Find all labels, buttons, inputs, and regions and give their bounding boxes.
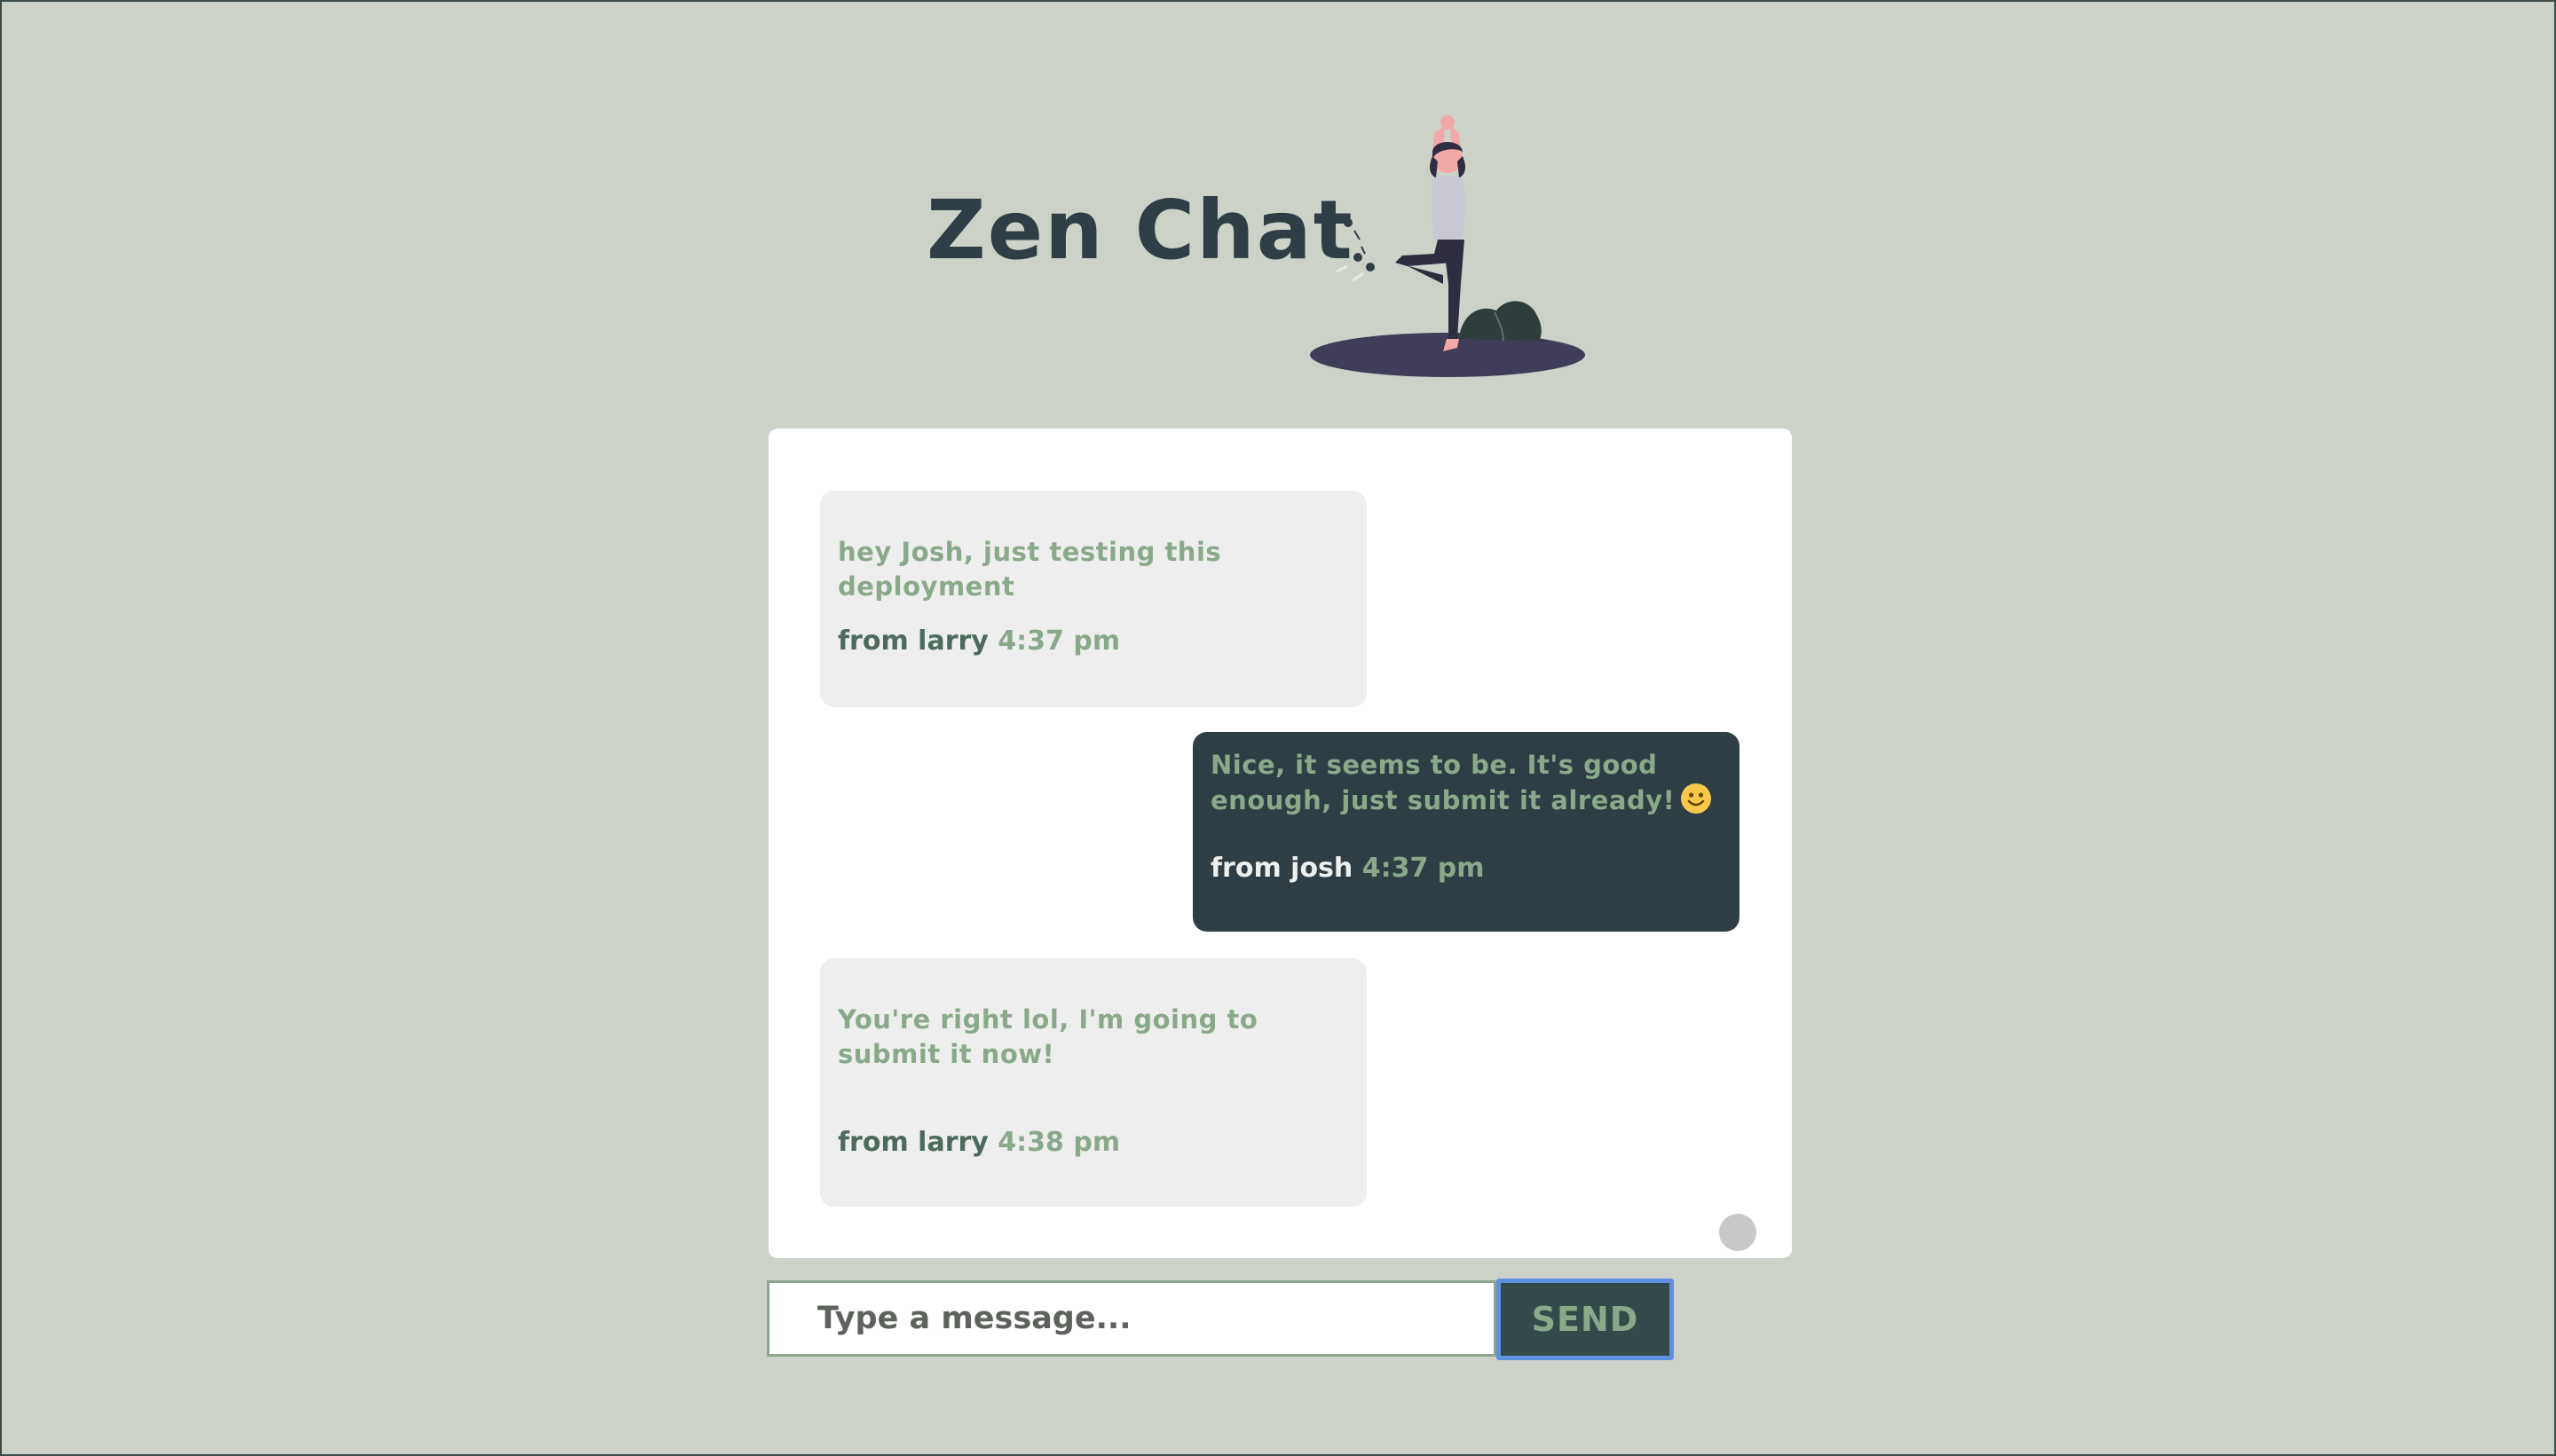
message-bubble-outgoing: Nice, it seems to be. It's good enough, … bbox=[1193, 732, 1740, 932]
message-meta: from larry 4:38 pm bbox=[838, 1127, 1120, 1159]
message-input[interactable] bbox=[767, 1280, 1496, 1357]
message-time: 4:37 pm bbox=[998, 626, 1121, 657]
message-list[interactable]: hey Josh, just testing this deployment f… bbox=[769, 429, 1792, 1258]
send-button[interactable]: SEND bbox=[1496, 1279, 1674, 1360]
message-time: 4:38 pm bbox=[998, 1127, 1121, 1158]
message-text-content: Nice, it seems to be. It's good enough, … bbox=[1211, 750, 1676, 815]
message-bubble-incoming: hey Josh, just testing this deployment f… bbox=[820, 491, 1367, 707]
app-title: Zen Chat bbox=[927, 183, 1354, 278]
header: Zen Chat bbox=[923, 106, 1598, 390]
message-sender: from josh bbox=[1211, 853, 1353, 884]
message-sender: from larry bbox=[838, 626, 989, 657]
message-bubble-incoming: You're right lol, I'm going to submit it… bbox=[820, 958, 1367, 1207]
message-composer: SEND bbox=[767, 1279, 1796, 1360]
yoga-woman-illustration bbox=[1310, 115, 1585, 377]
message-text: You're right lol, I'm going to submit it… bbox=[838, 1004, 1258, 1069]
message-text: Nice, it seems to be. It's good enough, … bbox=[1211, 748, 1722, 818]
scroll-indicator[interactable] bbox=[1719, 1214, 1756, 1251]
message-text: hey Josh, just testing this deployment bbox=[838, 537, 1222, 602]
message-meta: from larry 4:37 pm bbox=[838, 626, 1120, 657]
message-time: 4:37 pm bbox=[1361, 853, 1485, 884]
message-meta: from josh 4:37 pm bbox=[1211, 853, 1485, 885]
message-sender: from larry bbox=[838, 1127, 989, 1158]
slightly-smiling-face-emoji bbox=[1681, 783, 1712, 814]
